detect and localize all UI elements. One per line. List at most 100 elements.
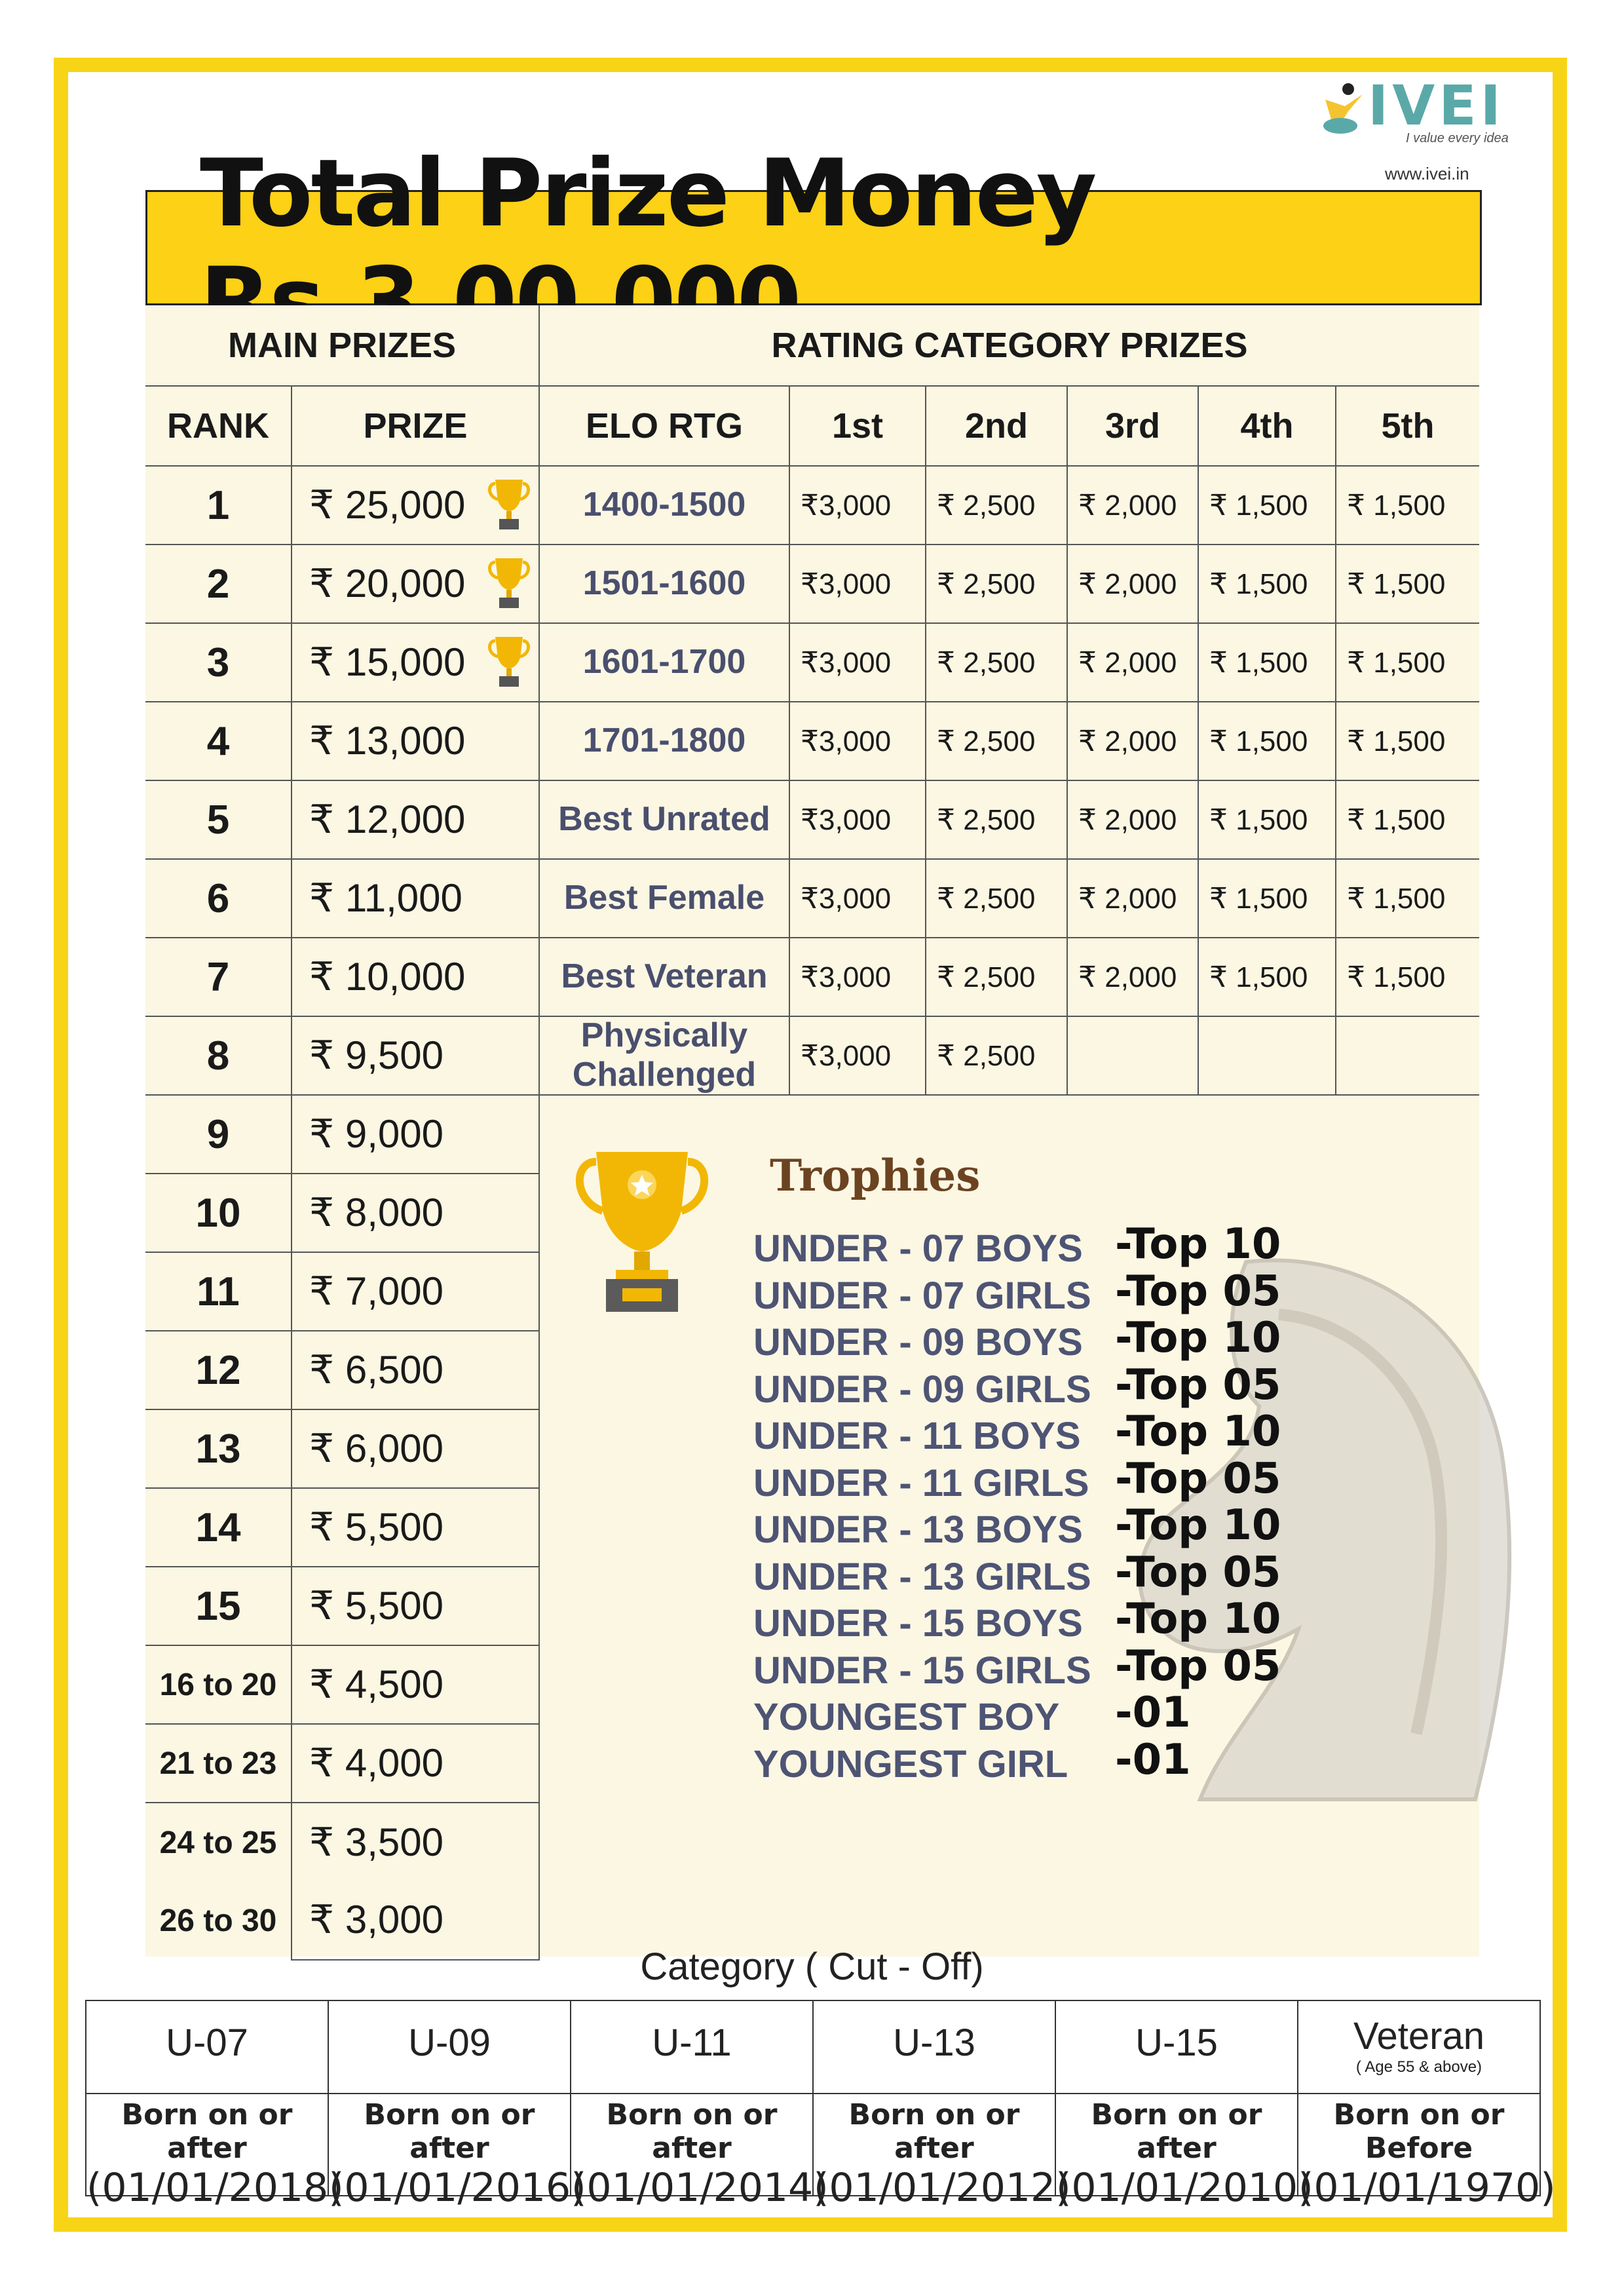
rating-prize-cell: ₹ 2,500 (925, 622, 1068, 702)
rating-prize-cell: ₹ 1,500 (1198, 937, 1336, 1017)
trophy-count: -Top 10 (1115, 1220, 1281, 1269)
prize-amount: ₹ 25,000 (309, 483, 466, 527)
trophy-count: -01 (1115, 1735, 1191, 1784)
cutoff-rule: Born on or Before (1333, 2098, 1505, 2165)
place-header-3: 3rd (1067, 385, 1199, 467)
prize-amount: ₹ 4,000 (309, 1741, 444, 1785)
cutoff-category-note: ( Age 55 & above) (1355, 2058, 1482, 2076)
trophy-category-label: UNDER - 15 BOYS (753, 1602, 1083, 1645)
cutoff-date-cell: Born on or after (01/01/2010) (1055, 2093, 1313, 2211)
prize-cell: ₹ 5,500 (291, 1566, 540, 1646)
rank-cell: 14 (145, 1487, 292, 1567)
prize-amount: ₹ 4,500 (309, 1662, 444, 1706)
rank-cell: 12 (145, 1330, 292, 1410)
prize-cell: ₹ 25,000 (291, 465, 540, 545)
trophies-title: Trophies (770, 1150, 981, 1201)
rating-prize-cell (1067, 1016, 1199, 1096)
rating-prize-cell: ₹ 2,500 (925, 780, 1068, 860)
prize-amount: ₹ 9,000 (309, 1112, 444, 1156)
rating-category-cell: 1701-1800 (538, 701, 790, 781)
rating-prize-cell: ₹ 2,500 (925, 544, 1068, 624)
prize-amount: ₹ 3,500 (309, 1820, 444, 1864)
prize-amount: ₹ 13,000 (309, 719, 466, 763)
rating-category-header: RATING CATEGORY PRIZES (538, 305, 1479, 387)
rank-cell: 11 (145, 1252, 292, 1331)
cutoff-rule: Born on or after (848, 2098, 1020, 2165)
rating-category-cell: 1601-1700 (538, 622, 790, 702)
prize-cell: ₹ 5,500 (291, 1487, 540, 1567)
rating-prize-cell: ₹ 2,000 (1067, 622, 1199, 702)
cutoff-category-label: U-15 (1135, 2021, 1218, 2064)
cutoff-category-cell: U-15 (1055, 2000, 1298, 2094)
cutoff-category-label: U-09 (408, 2021, 491, 2064)
trophy-count: -Top 10 (1115, 1595, 1281, 1643)
prize-amount: ₹ 5,500 (309, 1505, 444, 1549)
prize-cell: ₹ 12,000 (291, 780, 540, 860)
rating-prize-cell (1335, 1016, 1479, 1096)
rating-prize-cell: ₹ 2,500 (925, 701, 1068, 781)
rating-prize-cell: ₹3,000 (789, 622, 926, 702)
prize-cell: ₹ 13,000 (291, 701, 540, 781)
rank-cell: 4 (145, 701, 292, 781)
rating-prize-cell: ₹ 2,000 (1067, 465, 1199, 545)
rank-cell: 6 (145, 858, 292, 938)
rating-prize-cell: ₹ 1,500 (1335, 465, 1479, 545)
prize-amount: ₹ 6,000 (309, 1426, 444, 1470)
prize-amount: ₹ 11,000 (309, 876, 463, 920)
trophy-category-label: UNDER - 09 BOYS (753, 1321, 1083, 1364)
rank-cell: 1 (145, 465, 292, 545)
cutoff-date: (01/01/2014) (571, 2165, 829, 2211)
rank-cell: 16 to 20 (145, 1645, 292, 1725)
category-cutoff-title: Category ( Cut - Off) (640, 1945, 984, 1988)
rating-prize-cell: ₹3,000 (789, 858, 926, 938)
cutoff-category-cell: U-11 (570, 2000, 814, 2094)
rating-prize-cell: ₹ 1,500 (1335, 780, 1479, 860)
rating-prize-cell: ₹ 2,000 (1067, 937, 1199, 1017)
prize-amount: ₹ 8,000 (309, 1191, 444, 1234)
rating-category-cell: Best Female (538, 858, 790, 938)
rank-cell: 9 (145, 1094, 292, 1174)
cutoff-date-cell: Born on or after (01/01/2016) (328, 2093, 586, 2211)
prize-cell: ₹ 4,000 (291, 1723, 540, 1803)
rank-cell: 24 to 25 (145, 1802, 292, 1882)
small-trophy-icon (488, 637, 530, 687)
trophy-count: -Top 05 (1115, 1641, 1281, 1691)
cutoff-category-cell: U-09 (328, 2000, 571, 2094)
rank-cell: 21 to 23 (145, 1723, 292, 1803)
prize-cell: ₹ 15,000 (291, 622, 540, 702)
prize-cell: ₹ 20,000 (291, 544, 540, 624)
prize-amount: ₹ 5,500 (309, 1584, 444, 1628)
rating-category-cell: 1501-1600 (538, 544, 790, 624)
rating-prize-cell: ₹ 1,500 (1198, 622, 1336, 702)
rating-prize-cell: ₹ 1,500 (1198, 465, 1336, 545)
prize-amount: ₹ 9,500 (309, 1033, 444, 1077)
trophy-category-label: UNDER - 07 BOYS (753, 1227, 1083, 1270)
prize-cell: ₹ 8,000 (291, 1173, 540, 1253)
trophy-count: -Top 10 (1115, 1501, 1281, 1550)
rating-prize-cell: ₹ 1,500 (1198, 858, 1336, 938)
rating-prize-cell: ₹3,000 (789, 1016, 926, 1096)
trophy-category-label: YOUNGEST BOY (753, 1696, 1060, 1738)
trophy-count: -Top 10 (1115, 1407, 1281, 1456)
trophy-count: -01 (1115, 1689, 1191, 1737)
rank-cell: 7 (145, 937, 292, 1017)
rating-prize-cell: ₹ 1,500 (1335, 544, 1479, 624)
trophy-category-label: UNDER - 15 GIRLS (753, 1649, 1091, 1692)
main-prizes-header: MAIN PRIZES (145, 305, 540, 387)
rating-prize-cell: ₹ 1,500 (1198, 780, 1336, 860)
rating-prize-cell: ₹3,000 (789, 937, 926, 1017)
rank-cell: 5 (145, 780, 292, 860)
prize-amount: ₹ 7,000 (309, 1269, 444, 1313)
cutoff-category-cell: U-07 (85, 2000, 329, 2094)
prize-cell: ₹ 6,000 (291, 1409, 540, 1489)
cutoff-date: (01/01/2010) (1056, 2165, 1313, 2211)
cutoff-date: (01/01/2018) (86, 2165, 344, 2211)
trophy-count: -Top 05 (1115, 1267, 1281, 1316)
title-banner: Total Prize Money Rs.3,00,000 (145, 140, 1482, 356)
trophy-count: -Top 05 (1115, 1548, 1281, 1597)
prize-amount: ₹ 12,000 (309, 797, 466, 841)
prize-amount: ₹ 3,000 (309, 1898, 444, 1942)
prize-cell: ₹ 3,500 (291, 1802, 540, 1882)
rating-prize-cell: ₹ 2,000 (1067, 544, 1199, 624)
rating-prize-cell: ₹ 1,500 (1198, 701, 1336, 781)
